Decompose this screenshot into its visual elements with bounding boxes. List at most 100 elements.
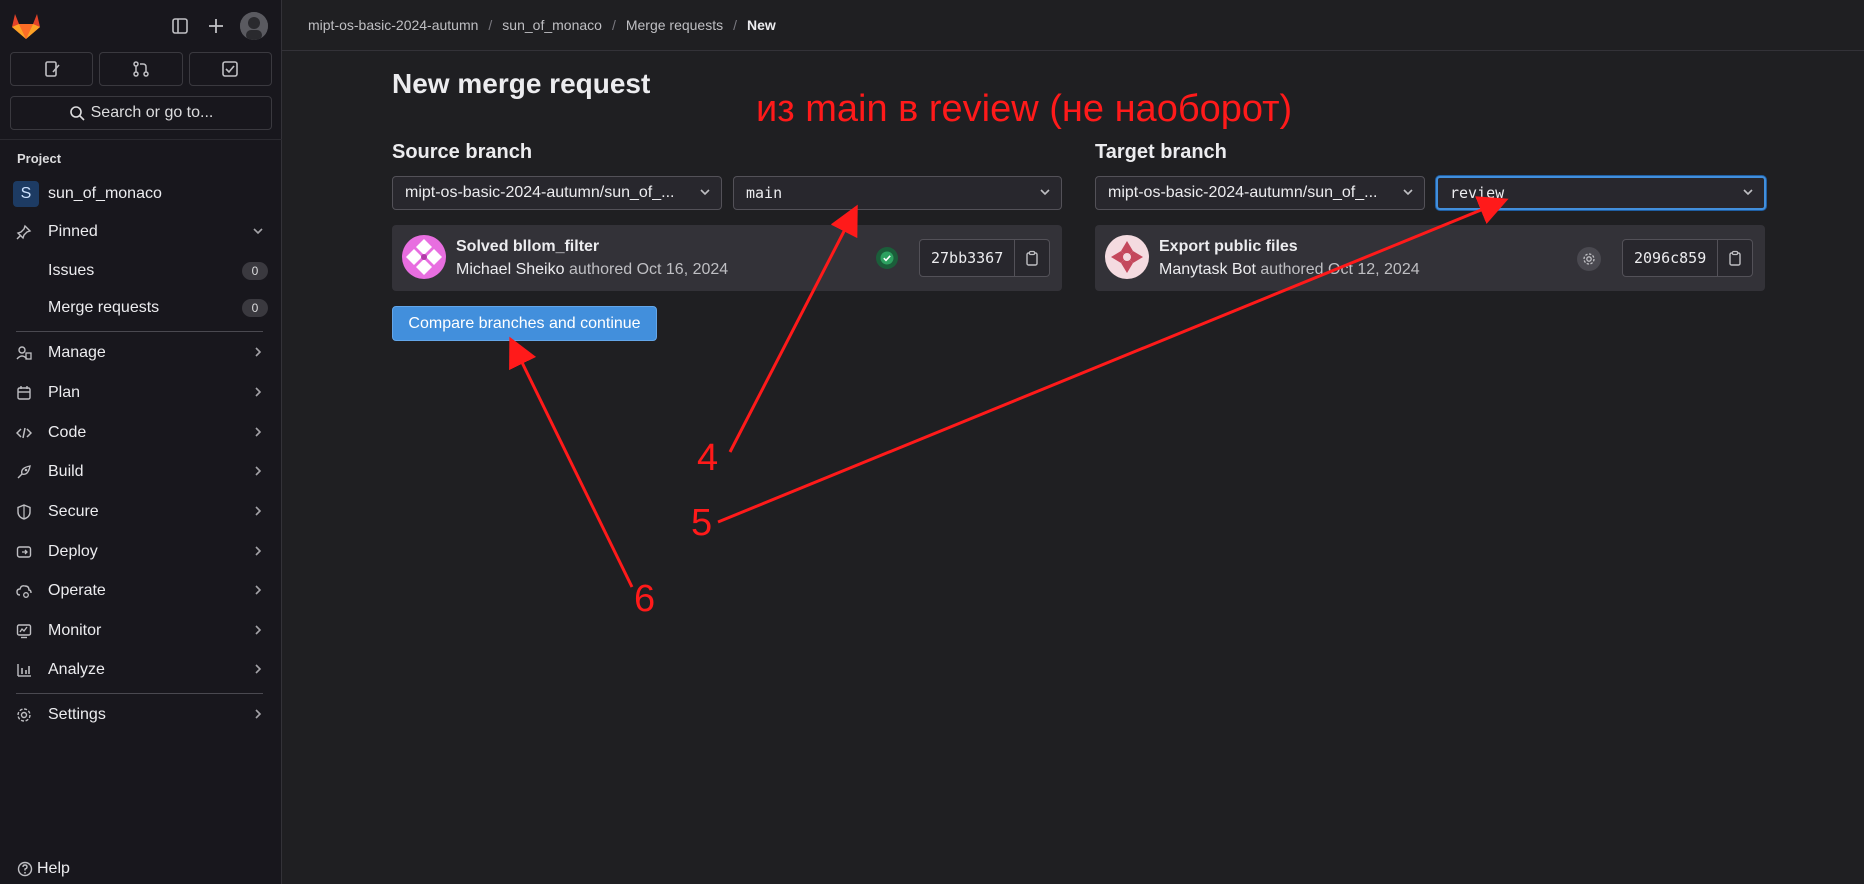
sidebar-item-deploy[interactable]: Deploy [0,534,282,570]
commit-authored: authored Oct 12, 2024 [1260,261,1420,278]
plus-icon[interactable] [202,12,230,40]
pin-icon [0,224,48,240]
help-label: Help [37,860,70,877]
page-title: New merge request [392,68,651,99]
breadcrumb-separator: / [488,17,493,33]
shield-icon [0,504,48,520]
mr-count-badge: 0 [242,299,268,317]
sidebar-item-label: Deploy [48,543,98,560]
sidebar: Search or go to... Project S sun_of_mona… [0,0,282,884]
breadcrumb-separator: / [611,17,616,33]
pipeline-success-icon[interactable] [876,247,898,269]
gear-icon [0,707,48,723]
commit-author-avatar [1105,235,1149,279]
sidebar-item-manage[interactable]: Manage [0,335,282,371]
sidebar-item-monitor[interactable]: Monitor [0,613,282,649]
annotation-number-4: 4 [697,437,719,479]
merge-requests-button[interactable] [99,52,183,86]
breadcrumb-link[interactable]: Merge requests [626,17,723,33]
cloud-gear-icon [0,583,48,599]
source-branch-dropdown[interactable]: main [733,176,1062,210]
commit-title[interactable]: Solved bllom_filter [456,238,599,256]
source-branch-heading: Source branch [392,141,533,163]
annotation-caption: из main в review (не наоборот) [756,88,1293,130]
sidebar-item-label: Build [48,463,84,480]
sidebar-item-secure[interactable]: Secure [0,494,282,530]
copy-icon[interactable] [1015,250,1049,266]
commit-author-avatar [402,235,446,279]
chevron-down-icon [699,186,711,201]
commit-meta: Michael Sheiko authored Oct 16, 2024 [456,261,728,279]
sidebar-item-operate[interactable]: Operate [0,573,282,609]
annotation-number-6: 6 [634,578,656,620]
source-project-value: mipt-os-basic-2024-autumn/sun_of_... [405,184,675,201]
chart-icon [0,662,48,678]
chevron-right-icon [252,583,264,599]
users-icon [0,345,48,361]
separator [16,693,263,694]
breadcrumb: mipt-os-basic-2024-autumn / sun_of_monac… [282,0,1864,51]
sidebar-item-label: Analyze [48,661,105,678]
assigned-issues-button[interactable] [10,52,94,86]
rocket-icon [0,464,48,480]
user-avatar[interactable] [240,12,268,40]
chevron-right-icon [252,345,264,361]
chevron-right-icon [252,707,264,723]
sidebar-item-label: Issues [48,262,95,279]
chevron-right-icon [252,504,264,520]
search-label: Search or go to... [90,104,214,121]
todo-icon [222,61,239,77]
chevron-down-icon [1402,186,1414,201]
project-link[interactable]: S sun_of_monaco [0,176,282,212]
pinned-toggle[interactable]: Pinned [0,214,282,250]
breadcrumb-current: New [747,17,776,33]
commit-sha-text[interactable]: 2096c859 [1623,240,1719,276]
commit-author[interactable]: Manytask Bot [1159,261,1256,278]
source-commit-card: Solved bllom_filter Michael Sheiko autho… [392,225,1062,291]
target-project-dropdown[interactable]: mipt-os-basic-2024-autumn/sun_of_... [1095,176,1425,210]
chevron-right-icon [252,623,264,639]
breadcrumb-link[interactable]: mipt-os-basic-2024-autumn [308,17,478,33]
project-avatar: S [13,181,39,207]
target-commit-card: Export public files Manytask Bot authore… [1095,225,1765,291]
commit-title[interactable]: Export public files [1159,238,1298,256]
sidebar-item-build[interactable]: Build [0,454,282,490]
chevron-right-icon [252,385,264,401]
breadcrumb-link[interactable]: sun_of_monaco [502,17,602,33]
search-button[interactable]: Search or go to... [10,96,272,130]
search-icon [69,106,85,121]
sidebar-item-code[interactable]: Code [0,415,282,451]
calendar-icon [0,385,48,401]
annotation-arrow-6 [509,336,634,588]
commit-meta: Manytask Bot authored Oct 12, 2024 [1159,261,1420,279]
sidebar-item-plan[interactable]: Plan [0,375,282,411]
help-link[interactable]: Help [17,860,70,878]
separator [16,331,263,332]
gitlab-logo-icon[interactable] [10,10,42,40]
monitor-icon [0,623,48,639]
sidebar-item-analyze[interactable]: Analyze [0,652,282,688]
target-branch-dropdown[interactable]: review [1436,176,1766,210]
sidebar-item-settings[interactable]: Settings [0,697,282,733]
chevron-right-icon [252,662,264,678]
chevron-right-icon [252,464,264,480]
compare-branches-button[interactable]: Compare branches and continue [392,306,657,341]
target-project-value: mipt-os-basic-2024-autumn/sun_of_... [1108,184,1378,201]
annotation-number-5: 5 [691,502,713,544]
commit-sha-text[interactable]: 27bb3367 [920,240,1016,276]
todo-list-button[interactable] [188,52,272,86]
commit-author[interactable]: Michael Sheiko [456,261,565,278]
sidebar-item-merge-requests[interactable]: Merge requests 0 [0,290,282,326]
quick-actions [10,52,272,86]
sidebar-item-issues[interactable]: Issues 0 [0,253,282,289]
source-project-dropdown[interactable]: mipt-os-basic-2024-autumn/sun_of_... [392,176,722,210]
source-branch-value: main [746,184,783,202]
copy-icon[interactable] [1718,250,1752,266]
pipeline-status-icon[interactable] [1577,247,1601,271]
chevron-down-icon [1742,186,1754,201]
sidebar-item-label: Operate [48,582,106,599]
collapse-sidebar-icon[interactable] [166,12,194,40]
commit-sha: 27bb3367 [919,239,1051,277]
chevron-down-icon [1039,186,1051,201]
pinned-label: Pinned [48,223,98,240]
